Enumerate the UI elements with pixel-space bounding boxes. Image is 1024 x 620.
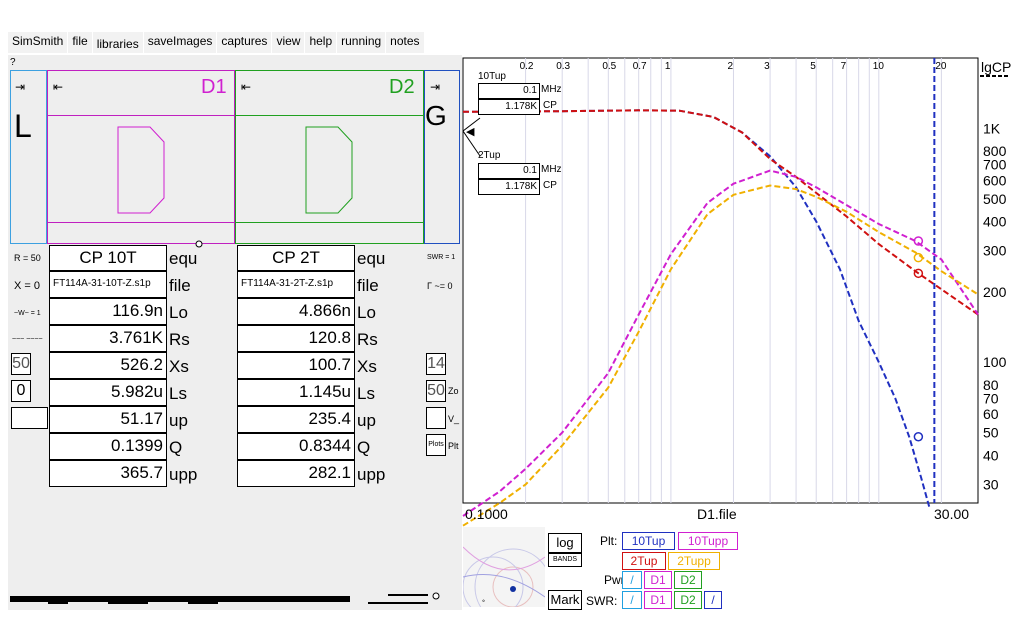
x-tick-label: 7 <box>841 61 847 72</box>
swr-g-toggle[interactable]: / <box>704 591 722 609</box>
pwr-d2-toggle[interactable]: D2 <box>674 571 702 589</box>
y-tick-label: 40 <box>983 447 999 463</box>
y-tick-label: 500 <box>983 191 1007 207</box>
x-tick-label: 3 <box>764 61 770 72</box>
swr-d1-toggle[interactable]: D1 <box>644 591 672 609</box>
grid <box>525 58 942 503</box>
x-min-label: 0.1000 <box>465 506 508 522</box>
y-tick-label: 50 <box>983 425 999 441</box>
x-tick-label: 0.2 <box>520 61 534 72</box>
y-tick-label: 700 <box>983 157 1007 173</box>
smith-chart-thumbnail[interactable]: ⚬ <box>463 527 545 607</box>
y-tick-label: 30 <box>983 476 999 492</box>
x-max-label: 30.00 <box>934 506 969 522</box>
x-tick-label: 10 <box>873 61 885 72</box>
y-tick-label: 300 <box>983 243 1007 259</box>
marker2-name: 2Tup <box>478 150 501 161</box>
legend-10tup[interactable]: 10Tup <box>622 532 675 550</box>
y-tick-label: 600 <box>983 172 1007 188</box>
legend-10tupp[interactable]: 10Tupp <box>678 532 738 550</box>
mark-button[interactable]: Mark <box>548 590 582 610</box>
plot-area[interactable] <box>462 57 979 504</box>
y-tick-label: 1K <box>983 120 1001 136</box>
x-tick-label: 2 <box>727 61 733 72</box>
y-tick-label: 400 <box>983 213 1007 229</box>
swr-load-toggle[interactable]: / <box>622 591 642 609</box>
y-tick-label: 200 <box>983 284 1007 300</box>
legend-2tupp[interactable]: 2Tupp <box>668 552 720 570</box>
x-tick-label: 1 <box>665 61 671 72</box>
y-tick-label: 100 <box>983 354 1007 370</box>
y-tick-label: 70 <box>983 390 999 406</box>
legend-2tup[interactable]: 2Tup <box>622 552 666 570</box>
pwr-d1-toggle[interactable]: D1 <box>644 571 672 589</box>
svg-text:⚬: ⚬ <box>481 599 486 605</box>
marker1-value[interactable]: 1.178K <box>478 99 540 115</box>
y-axis-title: lgCP <box>981 59 1011 75</box>
x-tick-label: 0.5 <box>602 61 616 72</box>
x-tick-label: 5 <box>810 61 816 72</box>
y-tick-label: 60 <box>983 406 999 422</box>
marker1-freq[interactable]: 0.1 <box>478 83 540 99</box>
y-tick-labels: 1K800700600500400300200100807060504030 <box>983 120 1007 492</box>
x-tick-label: 20 <box>935 61 947 72</box>
marker2-value-unit: CP <box>543 180 557 191</box>
marker1-freq-unit: MHz <box>541 84 562 95</box>
marker2-value[interactable]: 1.178K <box>478 179 540 195</box>
log-button[interactable]: log <box>548 533 582 553</box>
swr-d2-toggle[interactable]: D2 <box>674 591 702 609</box>
marker2-freq[interactable]: 0.1 <box>478 163 540 179</box>
marker-pointer-icon: ◀ <box>466 126 475 138</box>
marker1-value-unit: CP <box>543 100 557 111</box>
marker1-name: 10Tup <box>478 71 506 82</box>
x-axis-title: D1.file <box>697 506 737 522</box>
x-tick-label: 0.7 <box>633 61 647 72</box>
bands-button[interactable]: BANDS <box>548 553 582 567</box>
x-tick-label: 0.3 <box>556 61 570 72</box>
swr-label: SWR: <box>586 594 618 608</box>
plt-label: Plt: <box>600 534 618 548</box>
pwr-load-toggle[interactable]: / <box>622 571 642 589</box>
marker2-freq-unit: MHz <box>541 164 562 175</box>
